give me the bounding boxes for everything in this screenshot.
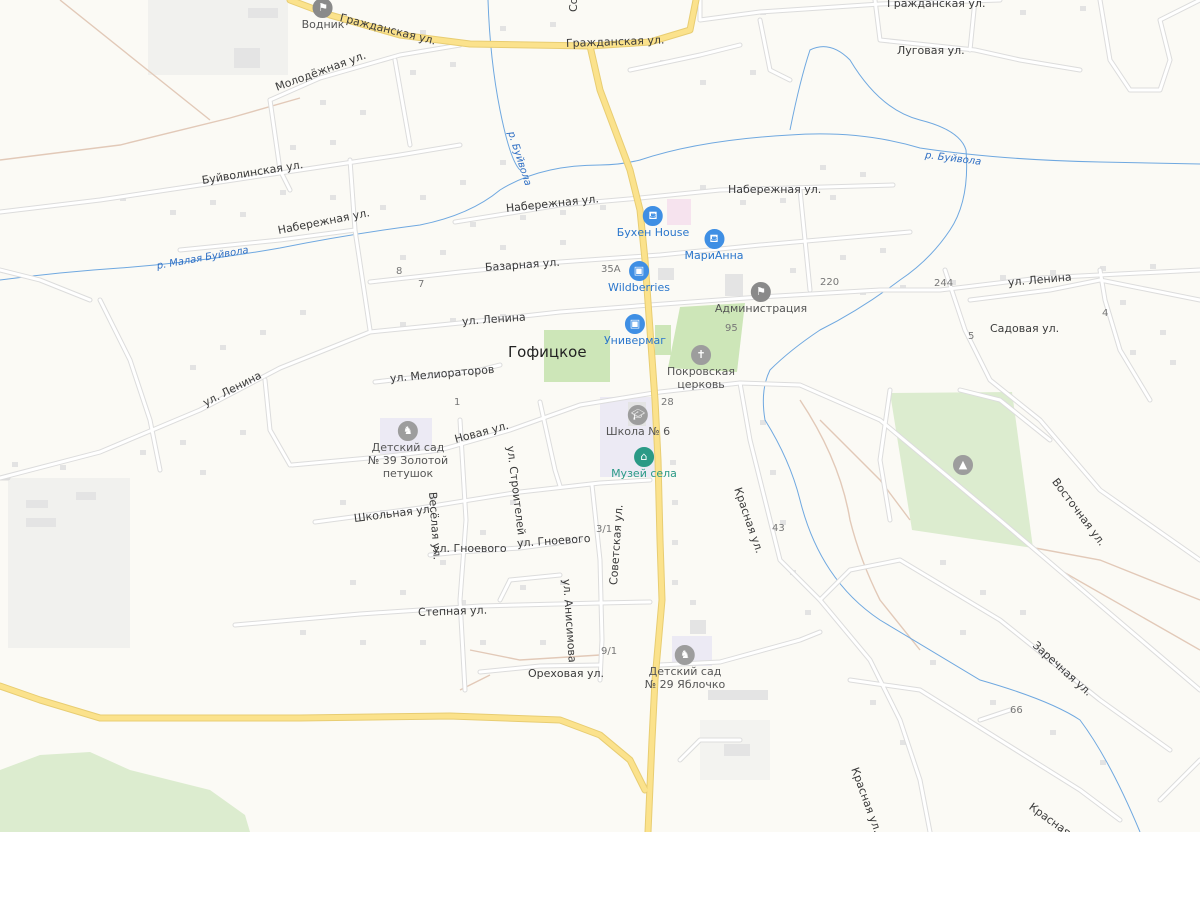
settlement-name: Гофицкое — [508, 343, 587, 361]
house-number: 4 — [1102, 308, 1109, 319]
poi-label: МариАнна — [684, 249, 744, 262]
poi-label: Детский сад — [648, 665, 722, 678]
poi-label: Музей села — [611, 467, 677, 480]
house-number: 220 — [820, 277, 840, 288]
poi-pokrovskaya-church[interactable]: ✝ Покровская церковь — [667, 345, 735, 391]
poi-marianna[interactable]: ⛾ МариАнна — [684, 229, 744, 262]
poi-label: Бухен House — [616, 226, 690, 239]
poi-monument[interactable]: ▲ — [953, 455, 973, 475]
poi-museum[interactable]: ⌂ Музей села — [611, 447, 677, 480]
poi-label: Администрация — [714, 302, 808, 315]
poi-wildberries[interactable]: ▣ Wildberries — [608, 261, 670, 294]
rocking-horse-icon: ♞ — [397, 421, 418, 441]
poi-school-6[interactable]: 🎓︎ Школа № 6 — [606, 405, 670, 438]
poi-univermag[interactable]: ▣ Универмаг — [604, 314, 666, 347]
shopping-bag-icon: ▣ — [624, 314, 645, 334]
shopping-basket-icon: ⛾ — [703, 229, 724, 249]
shopping-bag-icon: ▣ — [628, 261, 649, 281]
poi-label: № 39 Золотой — [367, 454, 449, 467]
graduation-cap-icon: 🎓︎ — [628, 405, 648, 425]
poi-label: Детский сад — [371, 441, 445, 454]
poi-kindergarten-39[interactable]: ♞ Детский сад № 39 Золотой петушок — [368, 421, 448, 480]
poi-label: Водник — [301, 18, 345, 31]
house-number: 95 — [725, 323, 738, 334]
poi-vodnik[interactable]: ⚑ Водник — [301, 0, 345, 31]
map-canvas[interactable]: Гофицкое Гражданская ул. Гражданская ул.… — [0, 0, 1200, 832]
street-label-stepnaya: Степная ул. — [417, 603, 488, 619]
poi-label: церковь — [677, 378, 725, 391]
poi-label: Универмаг — [603, 334, 667, 347]
street-label-orekhovaya: Ореховая ул. — [528, 667, 605, 680]
street-label-naberezhnaya: Набережная ул. — [728, 183, 822, 196]
house-number: 66 — [1010, 705, 1023, 716]
poi-kindergarten-29[interactable]: ♞ Детский сад № 29 Яблочко — [644, 645, 726, 691]
museum-icon: ⌂ — [633, 447, 654, 467]
poi-label: № 29 Яблочко — [644, 678, 726, 691]
street-label-sovetskaya-top: Со — [567, 0, 580, 12]
poi-label: Wildberries — [608, 281, 670, 294]
house-number: 7 — [418, 279, 425, 290]
house-number: 1 — [454, 397, 461, 408]
monument-icon: ▲ — [953, 455, 973, 475]
poi-administration[interactable]: ⚑ Администрация — [715, 282, 807, 315]
house-number: 3/1 — [596, 524, 613, 535]
street-label-lugovaya: Луговая ул. — [897, 44, 965, 57]
cross-icon: ✝ — [690, 345, 711, 365]
shopping-basket-icon: ⛾ — [643, 206, 663, 226]
poi-label: петушок — [382, 467, 434, 480]
rocking-horse-icon: ♞ — [675, 645, 695, 665]
house-number: 43 — [772, 523, 785, 534]
house-number: 5 — [968, 331, 975, 342]
poi-label: Покровская — [667, 365, 735, 378]
flag-icon: ⚑ — [313, 0, 333, 18]
park-south-west — [0, 752, 250, 832]
house-number: 8 — [396, 266, 403, 277]
house-number: 244 — [934, 278, 954, 289]
poi-label: Школа № 6 — [605, 425, 671, 438]
street-label-gnoevogo: ул. Гноевого — [433, 542, 507, 555]
street-label-grazhdanskaya: Гражданская ул. — [887, 0, 986, 10]
street-label-sadovaya: Садовая ул. — [990, 322, 1060, 335]
poi-buhen-house[interactable]: ⛾ Бухен House — [616, 206, 690, 239]
house-number: 9/1 — [601, 646, 618, 657]
flag-icon: ⚑ — [750, 282, 771, 302]
